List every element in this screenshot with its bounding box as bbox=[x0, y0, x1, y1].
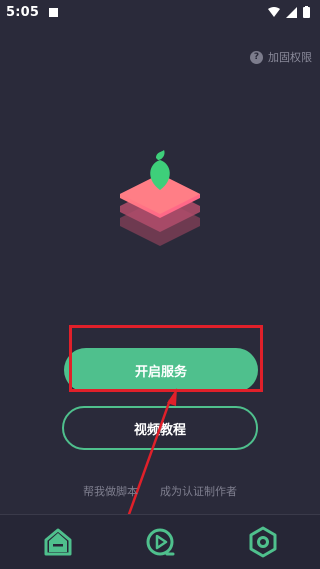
nav-play[interactable] bbox=[143, 525, 177, 559]
play-icon bbox=[146, 528, 175, 556]
nav-settings[interactable] bbox=[246, 525, 280, 559]
bottom-links: 帮我做脚本 成为认证制作者 bbox=[0, 483, 320, 499]
become-author-link[interactable]: 成为认证制作者 bbox=[160, 483, 237, 499]
nav-home[interactable] bbox=[41, 525, 75, 559]
help-script-link[interactable]: 帮我做脚本 bbox=[83, 483, 138, 499]
settings-icon bbox=[249, 526, 277, 558]
home-icon bbox=[44, 528, 72, 556]
bottom-nav bbox=[0, 514, 320, 569]
